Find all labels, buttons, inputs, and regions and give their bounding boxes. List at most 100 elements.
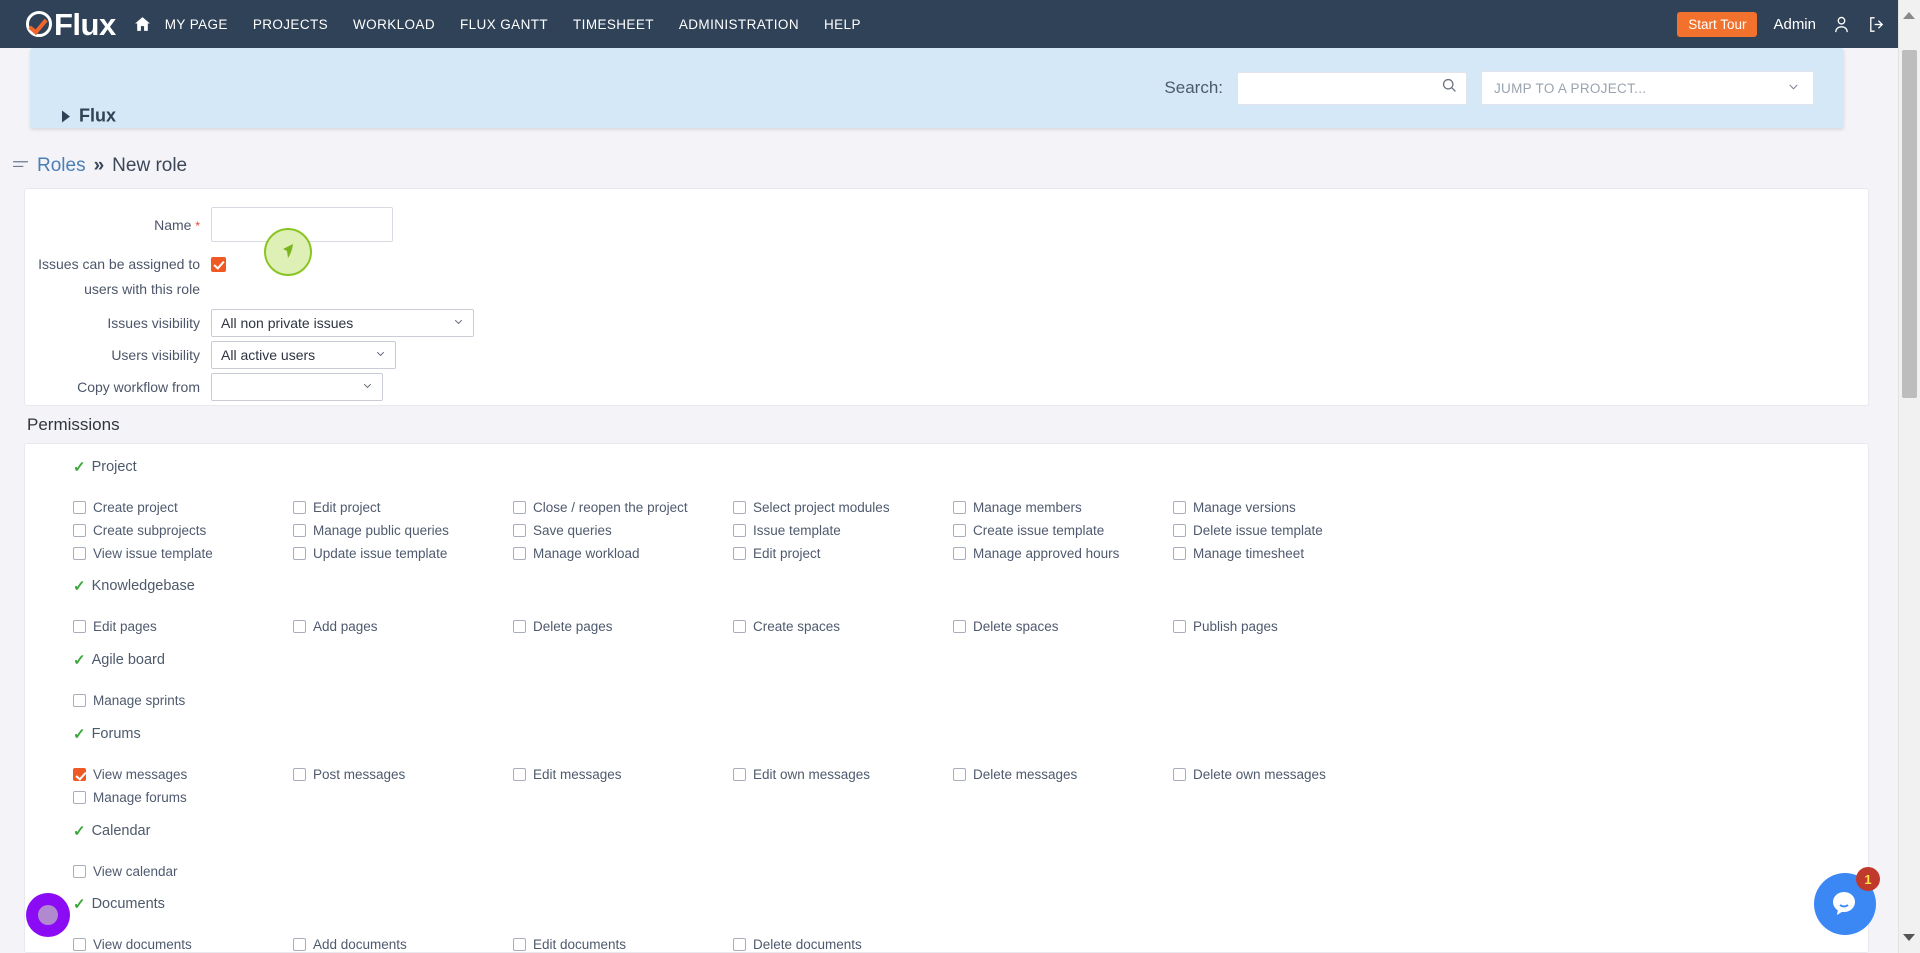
permission-checkbox[interactable] [293,523,306,537]
permission-checkbox[interactable] [73,768,86,781]
permission-checkbox[interactable] [73,546,86,560]
permission-item[interactable]: Edit documents [513,937,733,952]
permission-checkbox[interactable] [73,523,86,537]
permission-item[interactable]: Manage forums [73,790,293,805]
permission-item[interactable]: Create project [73,500,293,515]
permission-item[interactable]: Add pages [293,619,513,634]
permission-checkbox[interactable] [953,620,966,634]
nav-item-timesheet[interactable]: TIMESHEET [573,17,654,32]
permission-checkbox[interactable] [953,523,966,537]
permission-checkbox[interactable] [953,768,966,781]
nav-item-projects[interactable]: PROJECTS [253,17,328,32]
permission-item[interactable]: Delete issue template [1173,523,1393,538]
permission-checkbox[interactable] [513,546,526,560]
start-tour-button[interactable]: Start Tour [1677,11,1758,37]
permission-item[interactable]: Manage workload [513,546,733,561]
permission-group-header[interactable]: ✓ Calendar [25,822,1868,840]
permission-item[interactable]: Edit own messages [733,767,953,782]
permission-checkbox[interactable] [1173,501,1186,514]
permission-item[interactable]: Add documents [293,937,513,952]
search-box[interactable] [1237,71,1467,105]
permission-checkbox[interactable] [733,938,746,952]
permission-item[interactable]: Manage sprints [73,693,293,708]
permission-item[interactable]: Create issue template [953,523,1173,538]
permission-checkbox[interactable] [1173,620,1186,634]
permission-item[interactable]: Manage timesheet [1173,546,1393,561]
user-icon[interactable] [1832,15,1851,34]
permission-item[interactable]: Delete messages [953,767,1173,782]
issues-visibility-select[interactable]: All non private issues [211,309,474,337]
app-logo[interactable]: Flux [26,9,116,40]
permission-checkbox[interactable] [733,523,746,537]
permission-checkbox[interactable] [953,501,966,514]
permission-checkbox[interactable] [1173,523,1186,537]
permission-checkbox[interactable] [1173,768,1186,781]
permission-item[interactable]: Close / reopen the project [513,500,733,515]
permission-item[interactable]: View issue template [73,546,293,561]
scroll-up-arrow-icon[interactable] [1903,12,1915,19]
permission-item[interactable]: Select project modules [733,500,953,515]
nav-item-help[interactable]: HELP [824,17,861,32]
floating-purple-button[interactable] [26,893,70,937]
search-input[interactable] [1246,79,1441,97]
permission-group-header[interactable]: ✓ Documents [25,895,1868,913]
permission-group-header[interactable]: ✓ Project [25,458,1868,476]
permission-checkbox[interactable] [513,938,526,952]
permission-checkbox[interactable] [293,501,306,514]
copy-workflow-select[interactable] [211,373,383,401]
permission-group-header[interactable]: ✓ Forums [25,725,1868,743]
permission-item[interactable]: Delete documents [733,937,953,952]
permission-item[interactable]: Create spaces [733,619,953,634]
permission-checkbox[interactable] [293,938,306,952]
permission-checkbox[interactable] [73,620,86,634]
permission-checkbox[interactable] [73,501,86,514]
permission-item[interactable]: Manage public queries [293,523,513,538]
search-icon[interactable] [1441,77,1458,99]
permission-item[interactable]: Issue template [733,523,953,538]
permission-checkbox[interactable] [73,694,86,708]
permission-item[interactable]: Edit messages [513,767,733,782]
permission-item[interactable]: Manage versions [1173,500,1393,515]
permission-checkbox[interactable] [953,546,966,560]
assignable-checkbox[interactable] [211,257,226,272]
nav-item-administration[interactable]: ADMINISTRATION [679,17,799,32]
permission-checkbox[interactable] [513,523,526,537]
permission-item[interactable]: Create subprojects [73,523,293,538]
permission-item[interactable]: Delete pages [513,619,733,634]
permission-checkbox[interactable] [293,768,306,781]
jump-to-project-select[interactable]: JUMP TO A PROJECT... [1481,71,1814,105]
permission-checkbox[interactable] [513,501,526,514]
permission-item[interactable]: View calendar [73,864,293,879]
permission-item[interactable]: Publish pages [1173,619,1393,634]
permission-item[interactable]: Edit pages [73,619,293,634]
permission-item[interactable]: Save queries [513,523,733,538]
banner-project-title[interactable]: Flux [62,106,116,127]
permission-checkbox[interactable] [1173,546,1186,560]
permission-item[interactable]: Manage members [953,500,1173,515]
breadcrumb-link-roles[interactable]: Roles [37,155,86,177]
permission-group-header[interactable]: ✓ Agile board [25,651,1868,669]
nav-item-workload[interactable]: WORKLOAD [353,17,435,32]
permission-checkbox[interactable] [733,768,746,781]
permission-item[interactable]: Update issue template [293,546,513,561]
permission-group-header[interactable]: ✓ Knowledgebase [25,577,1868,595]
permission-checkbox[interactable] [733,620,746,634]
permission-item[interactable]: View messages [73,767,293,782]
nav-item-my-page[interactable]: MY PAGE [165,17,228,32]
permission-checkbox[interactable] [73,864,86,878]
permission-checkbox[interactable] [733,501,746,514]
logout-icon[interactable] [1867,15,1886,34]
permission-item[interactable]: Manage approved hours [953,546,1173,561]
users-visibility-select[interactable]: All active users [211,341,396,369]
permission-checkbox[interactable] [73,938,86,952]
permission-checkbox[interactable] [293,546,306,560]
permission-item[interactable]: Delete own messages [1173,767,1393,782]
permission-checkbox[interactable] [513,768,526,781]
permission-checkbox[interactable] [513,620,526,634]
scroll-down-arrow-icon[interactable] [1903,934,1915,941]
permission-checkbox[interactable] [73,790,86,804]
page-scrollbar-thumb[interactable] [1902,50,1917,398]
permission-item[interactable]: Post messages [293,767,513,782]
permission-item[interactable]: Edit project [293,500,513,515]
permission-item[interactable]: Delete spaces [953,619,1173,634]
